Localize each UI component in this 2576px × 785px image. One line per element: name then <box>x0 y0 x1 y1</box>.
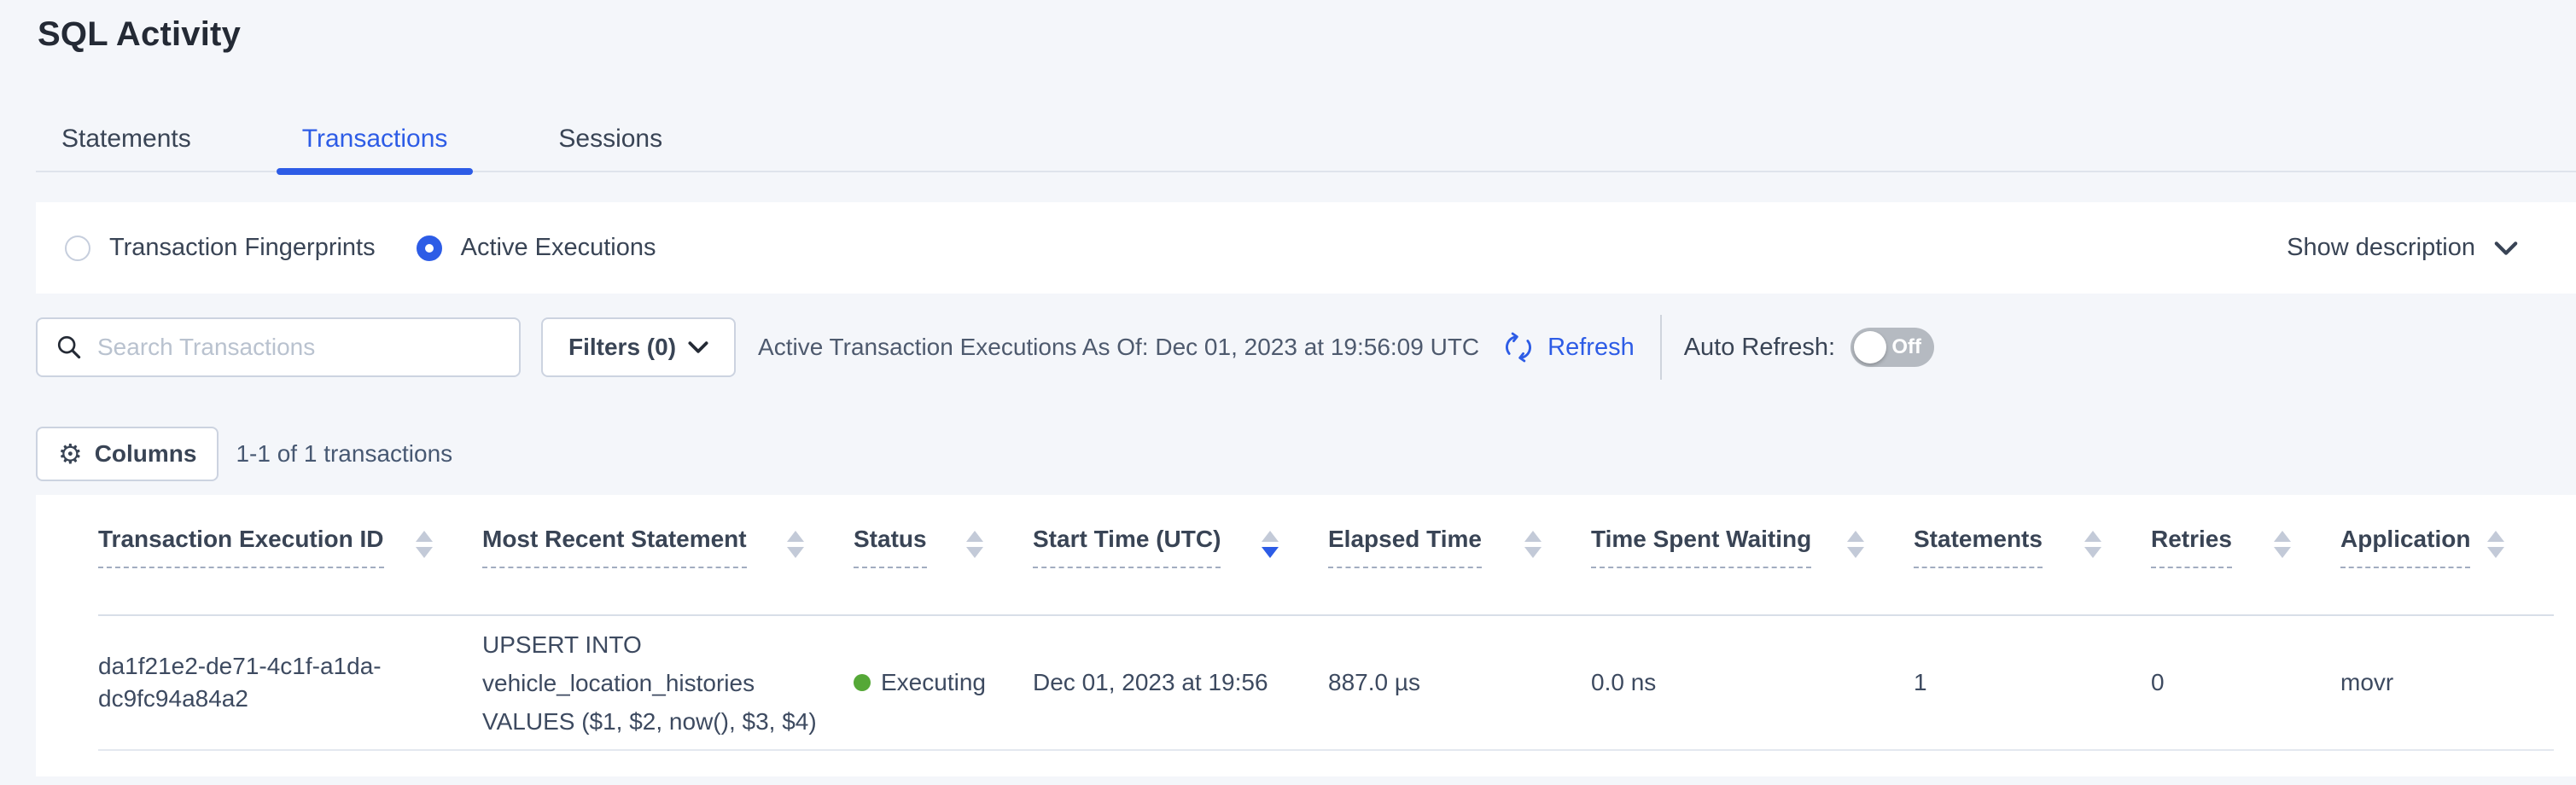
refresh-button[interactable]: Refresh <box>1501 330 1635 364</box>
sort-icon <box>787 531 804 558</box>
sort-icon <box>2487 531 2504 558</box>
page-title: SQL Activity <box>38 15 241 54</box>
radio-label: Transaction Fingerprints <box>109 234 376 262</box>
column-header-retries[interactable]: Retries <box>2151 495 2340 614</box>
sql-activity-page: SQL Activity Statements Transactions Ses… <box>0 0 2576 785</box>
toggle-knob-icon <box>1854 331 1886 363</box>
show-description-toggle[interactable]: Show description <box>2287 234 2518 262</box>
show-description-label: Show description <box>2287 234 2475 262</box>
column-header-start-time[interactable]: Start Time (UTC) <box>1033 495 1328 614</box>
sort-icon <box>2084 531 2101 558</box>
chevron-down-icon <box>2494 241 2518 256</box>
sort-icon-desc-active <box>1262 531 1279 558</box>
toggle-state-label: Off <box>1891 328 1921 367</box>
statement-text: UPSERT INTO vehicle_location_histories V… <box>482 625 845 741</box>
cell-start-time: Dec 01, 2023 at 19:56 <box>1033 669 1328 696</box>
toolbar-divider <box>1660 315 1662 380</box>
columns-button-label: Columns <box>95 440 197 468</box>
column-header-most-recent-statement[interactable]: Most Recent Statement <box>482 495 854 614</box>
tab-sessions[interactable]: Sessions <box>533 108 688 171</box>
view-options-panel: Transaction Fingerprints Active Executio… <box>36 202 2576 294</box>
column-header-status[interactable]: Status <box>854 495 1033 614</box>
search-icon <box>55 333 84 362</box>
auto-refresh-label: Auto Refresh: <box>1684 334 1835 362</box>
tab-bar: Statements Transactions Sessions <box>36 108 2576 172</box>
transaction-execution-id-link[interactable]: da1f21e2-de71-4c1f-a1da-dc9fc94a84a2 <box>98 650 423 715</box>
cell-transaction-execution-id: da1f21e2-de71-4c1f-a1da-dc9fc94a84a2 <box>98 650 482 715</box>
table-header-row: Transaction Execution ID Most Recent Sta… <box>98 495 2554 616</box>
status-executing-icon <box>854 674 871 691</box>
cell-elapsed-time: 887.0 µs <box>1328 669 1591 696</box>
sort-icon <box>1847 531 1864 558</box>
sort-icon <box>1524 531 1542 558</box>
radio-transaction-fingerprints[interactable]: Transaction Fingerprints <box>65 234 376 262</box>
auto-refresh-toggle[interactable]: Off <box>1850 328 1934 367</box>
column-header-statements[interactable]: Statements <box>1914 495 2151 614</box>
tab-statements[interactable]: Statements <box>36 108 217 171</box>
sort-icon <box>2274 531 2291 558</box>
columns-button[interactable]: ⚙ Columns <box>36 427 219 481</box>
toolbar: Filters (0) Active Transaction Execution… <box>36 317 2576 377</box>
search-box[interactable] <box>36 317 521 377</box>
column-header-application[interactable]: Application <box>2340 495 2554 614</box>
cell-status: Executing <box>854 669 1033 696</box>
radio-selected-icon[interactable] <box>417 236 442 261</box>
radio-active-executions[interactable]: Active Executions <box>417 234 656 262</box>
table-row[interactable]: da1f21e2-de71-4c1f-a1da-dc9fc94a84a2 UPS… <box>98 616 2554 751</box>
results-count: 1-1 of 1 transactions <box>236 440 452 468</box>
transactions-table: Transaction Execution ID Most Recent Sta… <box>36 495 2576 776</box>
cell-time-spent-waiting: 0.0 ns <box>1591 669 1914 696</box>
search-input[interactable] <box>97 334 502 361</box>
sort-icon <box>966 531 983 558</box>
refresh-icon <box>1501 330 1536 364</box>
tab-transactions[interactable]: Transactions <box>277 108 474 171</box>
cell-most-recent-statement: UPSERT INTO vehicle_location_histories V… <box>482 625 854 741</box>
chevron-down-icon <box>688 340 708 354</box>
refresh-label: Refresh <box>1547 334 1635 362</box>
radio-unselected-icon[interactable] <box>65 236 90 261</box>
radio-label: Active Executions <box>461 234 656 262</box>
sort-icon <box>416 531 433 558</box>
cell-retries: 0 <box>2151 669 2340 696</box>
column-header-time-spent-waiting[interactable]: Time Spent Waiting <box>1591 495 1914 614</box>
cell-application: movr <box>2340 669 2554 696</box>
column-header-transaction-execution-id[interactable]: Transaction Execution ID <box>98 495 482 614</box>
filters-label: Filters (0) <box>568 334 676 361</box>
gear-icon: ⚙ <box>58 438 83 470</box>
column-header-elapsed-time[interactable]: Elapsed Time <box>1328 495 1591 614</box>
as-of-timestamp: Active Transaction Executions As Of: Dec… <box>758 334 1479 361</box>
filters-button[interactable]: Filters (0) <box>541 317 736 377</box>
cell-statements: 1 <box>1914 669 2151 696</box>
status-label: Executing <box>881 669 986 696</box>
table-controls: ⚙ Columns 1-1 of 1 transactions <box>36 427 452 481</box>
